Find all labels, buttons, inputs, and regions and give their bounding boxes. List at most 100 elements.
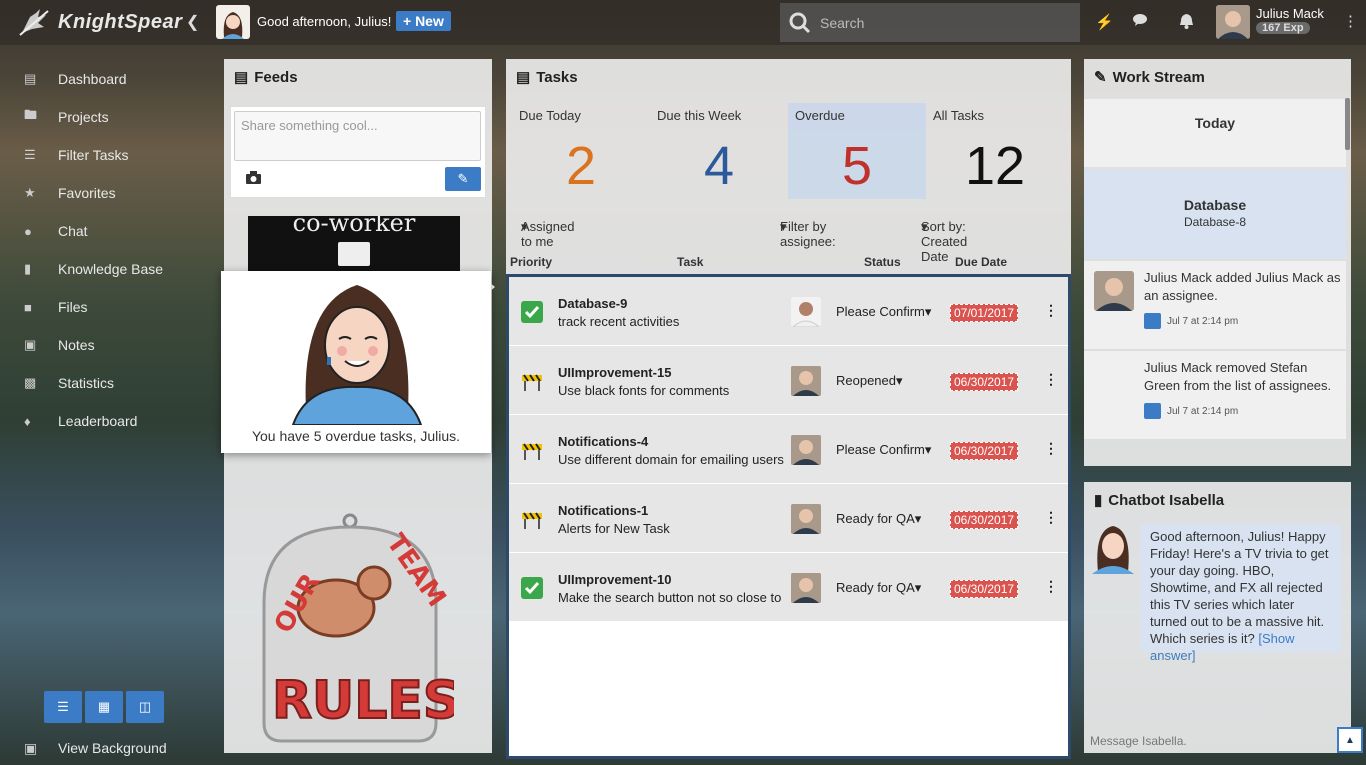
assignee-avatar[interactable] [791,366,821,396]
user-avatar[interactable] [1216,5,1250,39]
send-button[interactable]: ▲ [1337,727,1363,753]
work-stream-header: ✎ Work Stream [1084,59,1351,95]
bell-icon[interactable] [1179,13,1194,33]
task-row[interactable]: Notifications-1 Alerts for New Task Read… [509,484,1068,553]
caret-down-icon: ▾ [914,511,922,526]
task-table-header: Priority Task Status Due Date [506,253,1071,275]
chat-input[interactable]: Message Isabella. [1090,734,1187,748]
activity-time: Jul 7 at 2:14 pm [1167,315,1239,327]
work-stream-scrollbar[interactable] [1345,98,1350,150]
col-status[interactable]: Status [864,255,901,269]
stat-due-this-week[interactable]: Due this Week 4 [650,103,788,199]
assignee-avatar[interactable] [791,297,821,327]
dashboard-icon: ▤ [24,71,37,86]
image-icon: ▣ [24,740,38,756]
sidebar-item-files[interactable]: ■ Files [0,288,210,326]
sidebar-item-projects[interactable]: 🖿 Projects [0,98,210,136]
col-due-date[interactable]: Due Date [955,255,1007,269]
activity-time-row: Jul 7 at 2:14 pm [1144,403,1344,419]
user-name[interactable]: Julius Mack [1256,6,1324,21]
task-id[interactable]: UIImprovement-10 [558,572,671,587]
edit-square-icon: ✎ [1094,69,1107,86]
post-button[interactable]: ✎ [445,167,481,191]
popup-message: You have 5 overdue tasks, Julius. [251,428,461,444]
app-logo[interactable]: KnightSpear [18,7,182,37]
more-vertical-icon[interactable]: ⋮ [1044,509,1058,526]
activity-item: Julius Mack removed Stefan Green from th… [1084,351,1346,439]
stat-all-tasks[interactable]: All Tasks 12 [926,103,1064,199]
grid-layout-button[interactable]: ▦ [85,691,123,723]
stat-overdue[interactable]: Overdue 5 [788,103,926,199]
task-description: track recent activities [558,314,680,329]
task-id[interactable]: Notifications-1 [558,503,648,518]
work-stream-panel: ✎ Work Stream Today Database Database-8 … [1084,59,1351,466]
task-row[interactable]: UIImprovement-10 Make the search button … [509,553,1068,622]
check-icon [521,301,543,323]
col-priority[interactable]: Priority [510,255,552,269]
sidebar-item-leaderboard[interactable]: ♦ Leaderboard [0,402,210,440]
note-icon: ▣ [24,337,37,352]
status-dropdown[interactable]: Reopened▾ [836,373,903,389]
status-dropdown[interactable]: Ready for QA▾ [836,580,921,596]
task-row[interactable]: Notifications-4 Use different domain for… [509,415,1068,484]
overdue-popup[interactable]: You have 5 overdue tasks, Julius. [221,271,491,453]
project-card[interactable]: Database Database-8 [1084,169,1346,259]
folder-icon: 🖿 [24,107,38,122]
project-task-id[interactable]: Database-8 [1084,215,1346,229]
tasks-header: ▤ Tasks [506,59,1071,95]
assignee-avatar[interactable] [791,435,821,465]
chat-icon: ● [24,223,32,239]
chat-bubbles-icon[interactable] [1133,13,1149,31]
sidebar-item-filter-tasks[interactable]: ☰ Filter Tasks [0,136,210,174]
project-title: Database [1183,197,1247,213]
collapse-sidebar-icon[interactable]: ❮ [186,12,199,32]
sidebar-item-statistics[interactable]: ▩ Statistics [0,364,210,402]
sidebar-item-favorites[interactable]: ★ Favorites [0,174,210,212]
new-button[interactable]: + New [396,11,451,31]
columns-icon: ◫ [138,699,152,714]
task-id[interactable]: Notifications-4 [558,434,648,449]
team-rules-image[interactable]: OUR TEAM RULES! [254,513,454,743]
more-vertical-icon[interactable]: ⋮ [1044,440,1058,457]
trophy-icon: ♦ [24,413,31,429]
assignee-avatar[interactable] [791,504,821,534]
activity-avatar[interactable] [1094,271,1134,311]
assignee-avatar[interactable] [791,573,821,603]
tasks-panel: ▤ Tasks Due Today 2 Due this Week 4 Over… [506,59,1071,759]
view-background-link[interactable]: ▣ View Background [24,740,167,757]
more-vertical-icon[interactable]: ⋮ [1044,371,1058,388]
feeds-title: Feeds [254,68,298,86]
task-id[interactable]: UIImprovement-15 [558,365,671,380]
task-row[interactable]: UIImprovement-15 Use black fonts for com… [509,346,1068,415]
task-id[interactable]: Database-9 [558,296,627,311]
status-dropdown[interactable]: Please Confirm▾ [836,304,931,320]
list-layout-button[interactable]: ☰ [44,691,82,723]
stat-due-today[interactable]: Due Today 2 [512,103,650,199]
more-vertical-icon[interactable]: ⋮ [1044,578,1058,595]
barrier-icon [522,443,542,460]
share-input[interactable]: Share something cool... [234,111,481,161]
sidebar-item-knowledge-base[interactable]: ▮ Knowledge Base [0,250,210,288]
caret-down-icon: ▾ [924,442,932,457]
more-vertical-icon[interactable]: ⋮ [1343,12,1358,30]
bot-avatar[interactable] [216,5,250,39]
due-date-badge: 06/30/2017 [950,373,1019,391]
col-task[interactable]: Task [677,255,703,269]
work-stream-title: Work Stream [1112,68,1205,86]
top-bar: KnightSpear ❮ Good afternoon, Julius! + … [0,0,1366,45]
search-box[interactable]: Search [780,3,1080,42]
camera-icon[interactable] [246,171,261,187]
task-row[interactable]: Database-9 track recent activities Pleas… [509,277,1068,346]
search-input[interactable]: Search [820,15,864,31]
layout-switcher: ☰ ▦ ◫ [44,691,164,723]
more-vertical-icon[interactable]: ⋮ [1044,302,1058,319]
sidebar-item-notes[interactable]: ▣ Notes [0,326,210,364]
user-add-icon [1144,313,1161,329]
status-dropdown[interactable]: Please Confirm▾ [836,442,931,458]
columns-layout-button[interactable]: ◫ [126,691,164,723]
bolt-icon[interactable]: ⚡ [1095,13,1114,31]
sidebar-item-dashboard[interactable]: ▤ Dashboard [0,60,210,98]
status-dropdown[interactable]: Ready for QA▾ [836,511,921,527]
sidebar-item-chat[interactable]: ● Chat [0,212,210,250]
chat-message-bubble: Good afternoon, Julius! Happy Friday! He… [1140,524,1341,663]
